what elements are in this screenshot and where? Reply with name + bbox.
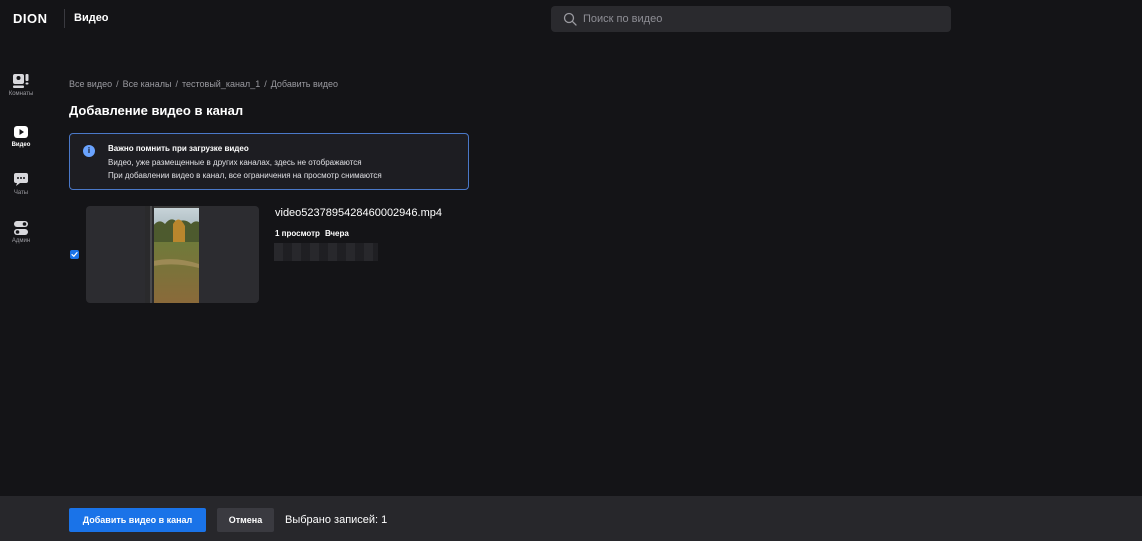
video-description-placeholder (274, 243, 378, 261)
cancel-button[interactable]: Отмена (217, 508, 274, 532)
sidebar-item-label: Чаты (13, 190, 29, 196)
sidebar-item-label: Комнаты (8, 91, 34, 97)
breadcrumb-current: Добавить видео (270, 79, 339, 89)
breadcrumb-channel[interactable]: тестовый_канал_1 (182, 79, 260, 89)
video-views: 1 просмотр (275, 229, 320, 238)
sidebar-item-video[interactable]: Видео (0, 124, 42, 148)
breadcrumb-all-channels[interactable]: Все каналы (123, 79, 172, 89)
breadcrumb-all-videos[interactable]: Все видео (69, 79, 112, 89)
admin-icon (14, 221, 28, 235)
breadcrumb: Все видео / Все каналы / тестовый_канал_1/До… (69, 79, 338, 89)
info-line-2: При добавлении видео в канал, все ограни… (108, 171, 382, 180)
footer-action-bar: Добавить видео в канал Отмена Выбрано за… (0, 496, 1142, 541)
sidebar-item-label: Админ (11, 238, 31, 244)
breadcrumb-separator: / (116, 79, 119, 89)
info-icon: i (83, 145, 95, 157)
info-line-1: Видео, уже размещенные в других каналах,… (108, 158, 362, 167)
search-bar[interactable] (551, 6, 951, 32)
video-thumbnail[interactable] (86, 206, 259, 303)
app-title: Видео (74, 12, 109, 24)
thumbnail-image (145, 206, 199, 303)
video-icon (14, 126, 28, 138)
check-icon (71, 252, 78, 257)
chat-icon (14, 173, 28, 186)
top-bar: DION Видео (0, 0, 1142, 38)
sidebar-item-rooms[interactable]: Комнаты (0, 73, 42, 97)
search-icon (563, 12, 577, 26)
rooms-icon (13, 74, 29, 88)
logo-divider (64, 9, 65, 28)
logo[interactable]: DION (13, 11, 48, 26)
breadcrumb-separator: / (264, 79, 267, 89)
sidebar-item-admin[interactable]: Админ (0, 220, 42, 244)
page-title: Добавление видео в канал (69, 103, 244, 118)
video-meta: 1 просмотр Вчера (275, 229, 354, 238)
search-input[interactable] (583, 6, 943, 32)
video-select-checkbox[interactable] (70, 250, 79, 259)
breadcrumb-separator: / (175, 79, 178, 89)
add-video-to-channel-button[interactable]: Добавить видео в канал (69, 508, 206, 532)
video-title[interactable]: video5237895428460002946.mp4 (275, 207, 442, 219)
sidebar-item-chats[interactable]: Чаты (0, 172, 42, 196)
sidebar-item-label: Видео (11, 142, 31, 148)
info-title: Важно помнить при загрузке видео (108, 144, 249, 153)
selected-count: Выбрано записей: 1 (285, 514, 388, 526)
info-notice: i Важно помнить при загрузке видео Видео… (69, 133, 469, 190)
video-date: Вчера (324, 229, 349, 238)
